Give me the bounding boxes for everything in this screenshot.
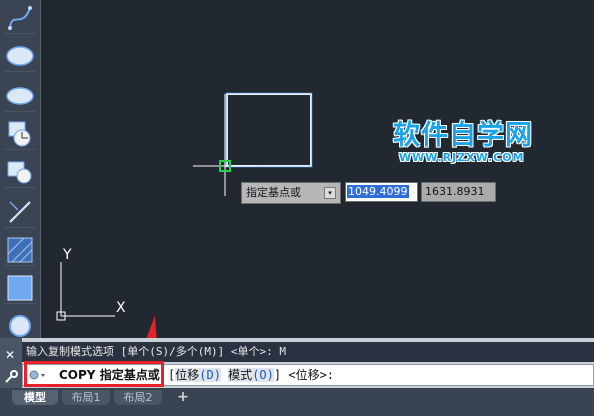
y-coordinate-value[interactable]: 1631.8931: [425, 185, 485, 198]
spline-tool-button[interactable]: [4, 2, 36, 34]
option-mode-key: (O): [252, 368, 274, 382]
option-mode[interactable]: 模式(O): [228, 368, 274, 382]
gradient-icon: [7, 275, 33, 301]
line-tool-button[interactable]: [4, 196, 36, 228]
ellipse-arc-tool-button[interactable]: [4, 80, 36, 112]
command-history: 输入复制模式选项 [单个(S)/多个(M)] <单个>: M: [22, 342, 594, 362]
canvas-graphics: Y X: [56, 92, 313, 321]
point-icon: [9, 201, 31, 223]
highlight-box: [24, 361, 164, 387]
make-block-tool-button[interactable]: [4, 156, 36, 188]
dynamic-input-x-field[interactable]: 1049.4099: [345, 182, 418, 202]
x-coordinate-value[interactable]: 1049.4099: [347, 185, 409, 198]
region-icon: [9, 315, 31, 337]
tab-model[interactable]: 模型: [12, 390, 58, 405]
watermark-url: WWW.RJZXW.COM: [399, 151, 525, 164]
dynamic-input-prompt: 指定基点或 ▾: [241, 182, 341, 204]
command-options: [位移(D) 模式(O)] <位移>:: [168, 365, 334, 385]
hatch-icon: [7, 237, 33, 263]
drawn-square[interactable]: [226, 93, 312, 167]
draw-toolbar: [0, 0, 41, 338]
dynamic-input-dropdown-icon[interactable]: ▾: [324, 187, 336, 199]
command-window-handle[interactable]: ✕: [0, 338, 22, 388]
ellipse-icon: [6, 46, 34, 66]
make-block-icon: [7, 161, 32, 184]
ellipse-arc-icon: [6, 87, 34, 105]
drawing-canvas[interactable]: Y X 软件自学网 WWW.RJZXW.COM 指定基点或 ▾ 1049.409…: [0, 0, 594, 338]
dynamic-input-y-field[interactable]: 1631.8931: [421, 182, 496, 202]
default-option: <位移>:: [288, 368, 335, 382]
option-mode-label: 模式: [228, 368, 253, 382]
option-displacement-key: (D): [199, 368, 221, 382]
wrench-icon[interactable]: [4, 369, 18, 388]
hatch-tool-button[interactable]: [4, 234, 36, 266]
spline-icon: [8, 6, 32, 30]
tab-layout2[interactable]: 布局2: [114, 390, 162, 405]
watermark: 软件自学网 WWW.RJZXW.COM: [393, 120, 533, 165]
option-displacement-label: 位移: [175, 368, 200, 382]
ellipse-tool-button[interactable]: [4, 40, 36, 72]
option-displacement[interactable]: 位移(D): [175, 368, 221, 382]
tab-layout1[interactable]: 布局1: [62, 390, 110, 405]
add-layout-button[interactable]: +: [176, 390, 190, 405]
ucs-y-label: Y: [62, 247, 72, 263]
insert-block-tool-button[interactable]: [4, 118, 36, 150]
ucs-x-label: X: [116, 300, 126, 316]
watermark-title: 软件自学网: [393, 120, 533, 151]
dynamic-input-prompt-text: 指定基点或: [246, 186, 301, 199]
close-icon[interactable]: ✕: [5, 348, 15, 362]
drawn-square-glow: [225, 92, 313, 168]
layout-tab-bar: 模型 布局1 布局2 +: [0, 388, 594, 416]
region-tool-button[interactable]: [4, 308, 36, 340]
bracket-close: ]: [273, 368, 282, 382]
insert-block-icon: [8, 121, 31, 147]
gradient-tool-button[interactable]: [4, 272, 36, 304]
